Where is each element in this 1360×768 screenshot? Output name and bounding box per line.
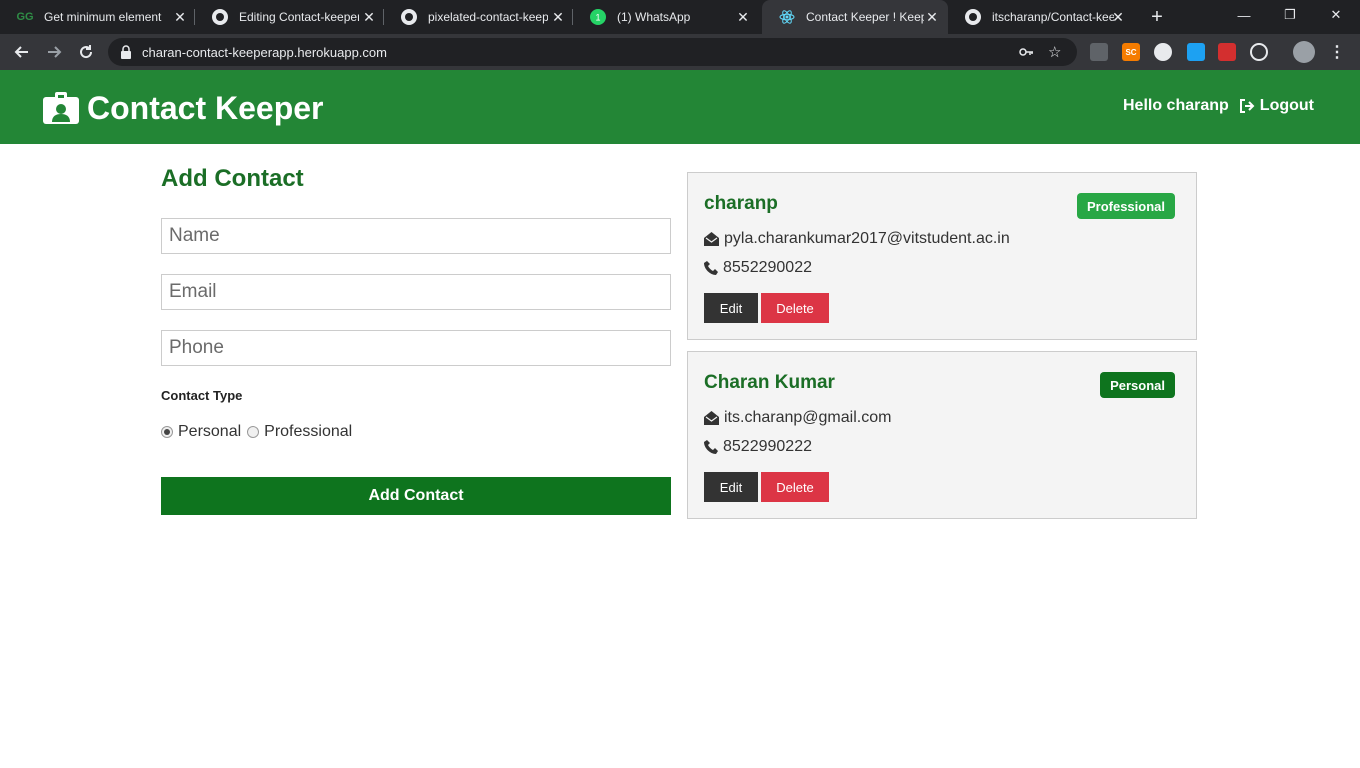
- reload-icon: [80, 45, 93, 59]
- minimize-button[interactable]: —: [1221, 0, 1267, 30]
- github-icon: [401, 9, 417, 25]
- professional-radio-label[interactable]: Professional: [264, 423, 352, 441]
- professional-radio[interactable]: [247, 426, 260, 438]
- profile-avatar[interactable]: [1293, 41, 1315, 63]
- extension-icon[interactable]: [1154, 43, 1172, 61]
- browser-tab-active[interactable]: Contact Keeper ! Keep ✕: [762, 0, 948, 34]
- lock-icon: [121, 45, 131, 59]
- user-nav: Hello charanp Logout: [1123, 97, 1314, 115]
- browser-tab[interactable]: Editing Contact-keeper ✕: [195, 0, 384, 34]
- contact-phone-row: 8552290022: [704, 259, 812, 277]
- browser-toolbar: charan-contact-keeperapp.herokuapp.com ☆…: [0, 34, 1360, 70]
- app-navbar: Contact Keeper Hello charanp Logout: [0, 70, 1360, 144]
- contact-type-radios: Personal Professional: [161, 423, 358, 441]
- key-icon[interactable]: [1018, 44, 1034, 60]
- phone-icon: [704, 440, 718, 454]
- tab-title: itscharanp/Contact-kee: [992, 10, 1114, 24]
- add-contact-button[interactable]: Add Contact: [161, 477, 671, 515]
- logout-link[interactable]: Logout: [1239, 97, 1314, 115]
- name-input[interactable]: [161, 218, 671, 254]
- contact-email: its.charanp@gmail.com: [724, 409, 892, 426]
- logout-label: Logout: [1259, 97, 1314, 114]
- browser-tab[interactable]: 1 (1) WhatsApp ✕: [573, 0, 762, 34]
- contact-phone: 8522990222: [723, 438, 812, 455]
- github-icon: [965, 9, 981, 25]
- phone-icon: [704, 261, 718, 275]
- browser-tab[interactable]: GG Get minimum element ✕: [0, 0, 195, 34]
- whatsapp-icon: 1: [590, 9, 606, 25]
- svg-text:1: 1: [595, 13, 600, 23]
- menu-dots-icon[interactable]: ⋮: [1328, 43, 1346, 61]
- phone-input[interactable]: [161, 330, 671, 366]
- reload-button[interactable]: [74, 40, 98, 64]
- browser-tab[interactable]: itscharanp/Contact-kee ✕: [948, 0, 1137, 34]
- contact-phone: 8552290022: [723, 259, 812, 276]
- browser-tab[interactable]: pixelated-contact-keep ✕: [384, 0, 573, 34]
- gfg-icon: GG: [16, 11, 34, 23]
- contact-type-badge: Personal: [1100, 372, 1175, 398]
- id-badge-icon: [43, 92, 79, 124]
- contact-name: charanp: [704, 193, 778, 214]
- email-input[interactable]: [161, 274, 671, 310]
- contact-email-row: pyla.charankumar2017@vitstudent.ac.in: [704, 230, 1010, 248]
- personal-radio[interactable]: [161, 426, 173, 438]
- tab-title: (1) WhatsApp: [617, 10, 691, 24]
- app-title: Contact Keeper: [87, 89, 324, 126]
- restore-button[interactable]: ❐: [1267, 0, 1313, 30]
- window-close-button[interactable]: ✕: [1313, 0, 1359, 30]
- envelope-open-icon: [704, 411, 719, 425]
- close-icon[interactable]: ✕: [550, 9, 566, 25]
- delete-button[interactable]: Delete: [761, 472, 829, 502]
- extension-icon[interactable]: [1250, 43, 1268, 61]
- tab-title: pixelated-contact-keep: [428, 10, 548, 24]
- contact-name: Charan Kumar: [704, 372, 835, 393]
- contact-phone-row: 8522990222: [704, 438, 812, 456]
- close-icon[interactable]: ✕: [172, 9, 188, 25]
- tab-title: Contact Keeper ! Keep: [806, 10, 924, 24]
- extension-icon[interactable]: [1187, 43, 1205, 61]
- soundcloud-extension-icon[interactable]: SC: [1122, 43, 1140, 61]
- address-bar[interactable]: charan-contact-keeperapp.herokuapp.com ☆: [108, 38, 1077, 66]
- bookmark-star-icon[interactable]: ☆: [1048, 43, 1061, 61]
- contact-type-label: Contact Type: [161, 388, 243, 403]
- contact-type-badge: Professional: [1076, 193, 1175, 219]
- close-icon[interactable]: ✕: [924, 9, 940, 25]
- contact-card: charanp Professional pyla.charankumar201…: [687, 172, 1197, 340]
- tab-title: Editing Contact-keeper: [239, 10, 359, 24]
- form-title: Add Contact: [161, 165, 304, 192]
- greeting-text: Hello charanp: [1122, 97, 1229, 114]
- envelope-open-icon: [704, 232, 719, 246]
- brand: Contact Keeper: [43, 88, 324, 128]
- contact-card: Charan Kumar Personal its.charanp@gmail.…: [687, 351, 1197, 519]
- edit-button[interactable]: Edit: [704, 472, 758, 502]
- url-text: charan-contact-keeperapp.herokuapp.com: [142, 45, 387, 60]
- close-icon[interactable]: ✕: [735, 9, 751, 25]
- contact-email: pyla.charankumar2017@vitstudent.ac.in: [724, 230, 1010, 247]
- close-icon[interactable]: ✕: [1110, 9, 1126, 25]
- close-icon[interactable]: ✕: [361, 9, 377, 25]
- github-icon: [212, 9, 228, 25]
- personal-radio-label[interactable]: Personal: [178, 423, 241, 441]
- browser-tabstrip: GG Get minimum element ✕ Editing Contact…: [0, 0, 1360, 34]
- new-tab-button[interactable]: +: [1145, 5, 1169, 29]
- contact-email-row: its.charanp@gmail.com: [704, 409, 891, 427]
- arrow-left-icon: [14, 46, 28, 58]
- delete-button[interactable]: Delete: [761, 293, 829, 323]
- back-button[interactable]: [10, 40, 34, 64]
- arrow-right-icon: [48, 46, 62, 58]
- forward-button[interactable]: [42, 40, 66, 64]
- sign-out-icon: [1239, 99, 1255, 113]
- edit-button[interactable]: Edit: [704, 293, 758, 323]
- tab-title: Get minimum element: [44, 10, 162, 24]
- extension-icon[interactable]: [1218, 43, 1236, 61]
- extension-icon[interactable]: [1090, 43, 1108, 61]
- react-icon: [779, 9, 795, 25]
